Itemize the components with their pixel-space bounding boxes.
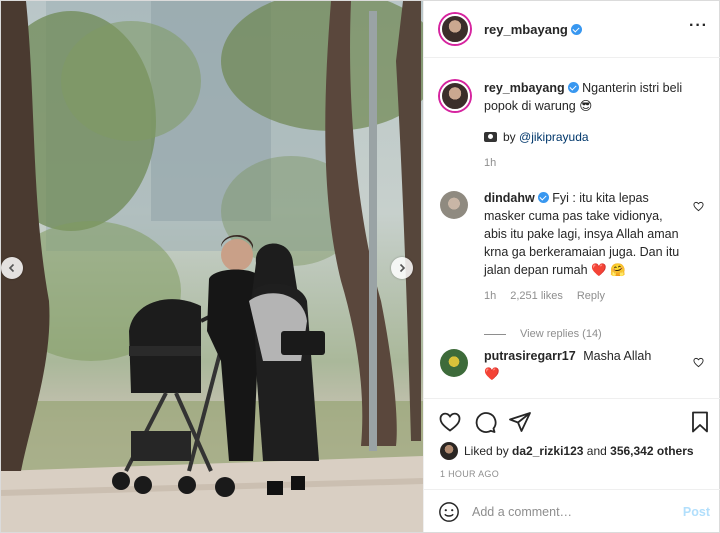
author-avatar[interactable] <box>440 14 470 44</box>
previous-photo-button[interactable] <box>1 257 23 279</box>
verified-badge-icon <box>570 23 582 35</box>
comment-text: Masha Allah <box>583 349 652 363</box>
post-comment-button[interactable]: Post <box>683 505 710 519</box>
liked-by-summary: Liked by da2_rizki123 and 356,342 others <box>440 442 694 460</box>
comment-item: dindahw Fyi : itu kita lepas masker cuma… <box>440 189 710 343</box>
caption-body: rey_mbayang Nganterin istri beli popok d… <box>484 79 710 172</box>
replies-divider <box>484 333 506 335</box>
author-username[interactable]: rey_mbayang <box>484 22 568 37</box>
view-replies-button[interactable]: View replies (14) <box>484 325 688 343</box>
credit-prefix: by <box>503 130 520 144</box>
comment-likes[interactable]: 2,251 likes <box>510 290 563 302</box>
liked-count-link[interactable]: 356,342 others <box>610 444 693 458</box>
post-side-panel: rey_mbayang ··· rey_mbayang Nganterin is… <box>423 1 720 532</box>
reply-button[interactable]: Reply <box>577 290 605 302</box>
comment-item: putrasiregarr17 Masha Allah ❤️ <box>440 347 710 383</box>
chevron-left-icon <box>8 263 15 273</box>
comment-body: putrasiregarr17 Masha Allah ❤️ <box>484 347 710 383</box>
liked-user-link[interactable]: da2_rizki123 <box>512 444 583 458</box>
commenter-avatar[interactable] <box>440 191 468 219</box>
more-options-button[interactable]: ··· <box>689 18 708 34</box>
like-comment-heart-icon[interactable] <box>693 357 704 368</box>
liked-prefix: Liked by <box>464 444 509 458</box>
comment-meta: 1h 2,251 likes Reply <box>484 287 688 305</box>
comment-username[interactable]: dindahw <box>484 191 535 205</box>
post-header: rey_mbayang ··· <box>424 1 720 58</box>
action-icons <box>438 410 712 434</box>
comment-emoji: ❤️ 🤗 <box>591 263 626 277</box>
post-caption: rey_mbayang Nganterin istri beli popok d… <box>440 79 710 172</box>
add-comment-bar: Post <box>424 489 720 533</box>
next-photo-button[interactable] <box>391 257 413 279</box>
comment-username[interactable]: putrasiregarr17 <box>484 349 576 363</box>
comment-input[interactable] <box>472 504 662 519</box>
post-timestamp[interactable]: 1 HOUR AGO <box>440 469 499 479</box>
verified-badge-icon <box>537 192 549 203</box>
comment-emoji: ❤️ <box>484 367 500 381</box>
photo-credit: by @jikiprayuda <box>484 128 710 146</box>
instagram-post-modal: rey_mbayang ··· rey_mbayang Nganterin is… <box>0 0 720 533</box>
caption-username[interactable]: rey_mbayang <box>484 81 565 95</box>
liker-avatar[interactable] <box>440 442 458 460</box>
comment-body: dindahw Fyi : itu kita lepas masker cuma… <box>484 189 710 343</box>
camera-icon <box>484 132 497 142</box>
caption-time: 1h <box>484 157 497 169</box>
caption-avatar[interactable] <box>440 81 470 111</box>
verified-badge-icon <box>567 82 579 93</box>
view-replies-label: View replies (14) <box>520 328 602 340</box>
photo-scene <box>1 1 423 532</box>
save-bookmark-icon[interactable] <box>688 410 712 434</box>
credit-handle-link[interactable]: @jikiprayuda <box>519 130 589 144</box>
share-paper-plane-icon[interactable] <box>508 410 532 434</box>
commenter-avatar[interactable] <box>440 349 468 377</box>
emoji-smiley-icon[interactable] <box>438 501 460 523</box>
comment-time: 1h <box>484 290 497 302</box>
like-heart-icon[interactable] <box>438 410 462 434</box>
post-actions: Liked by da2_rizki123 and 356,342 others… <box>424 398 720 532</box>
comment-bubble-icon[interactable] <box>473 410 497 434</box>
like-comment-heart-icon[interactable] <box>693 201 704 212</box>
post-photo[interactable] <box>1 1 423 532</box>
chevron-right-icon <box>399 263 406 273</box>
liked-mid: and <box>586 444 607 458</box>
